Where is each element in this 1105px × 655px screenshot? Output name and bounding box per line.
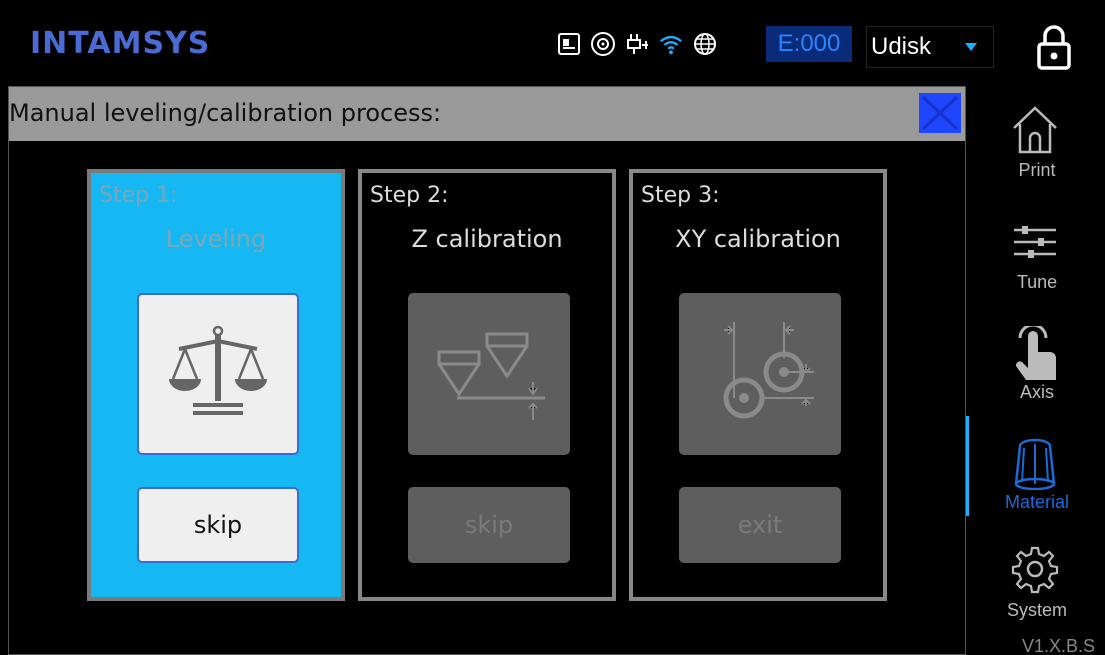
camera-icon — [590, 31, 616, 57]
wifi-icon — [658, 31, 684, 57]
skip-leveling-button[interactable]: skip — [137, 487, 299, 563]
dialog-title: Manual leveling/calibration process: — [9, 99, 442, 127]
balance-scale-icon — [163, 317, 273, 432]
nav-item-print[interactable]: Print — [992, 104, 1102, 204]
hand-pointer-icon — [1010, 323, 1060, 386]
nav-label: Material — [1004, 492, 1070, 512]
gear-icon — [1010, 544, 1060, 604]
printer-status-icon — [556, 31, 582, 57]
xy-calibration-button[interactable] — [679, 293, 841, 455]
nav-item-tune[interactable]: Tune — [992, 216, 1102, 316]
material-spool-icon — [1010, 436, 1060, 496]
active-indicator — [966, 416, 969, 516]
xy-calibration-icon — [700, 312, 820, 437]
step-card-xy-calibration: Step 3: XY calibration exit — [629, 169, 887, 601]
usb-plug-icon — [624, 31, 650, 57]
step-name: Z calibration — [411, 225, 563, 253]
storage-select-value: Udisk — [871, 33, 932, 60]
nav-label: Tune — [1016, 272, 1058, 292]
chevron-down-icon — [965, 43, 977, 51]
storage-select[interactable]: Udisk — [866, 26, 994, 68]
z-calibration-button[interactable] — [408, 293, 570, 455]
close-icon[interactable] — [919, 93, 961, 133]
step-card-leveling: Step 1: Leveling skip — [87, 169, 345, 601]
nav-label: Print — [1018, 160, 1056, 180]
leveling-button[interactable] — [137, 293, 299, 455]
nav-item-axis[interactable]: Axis — [992, 323, 1102, 426]
calibration-dialog: Manual leveling/calibration process: Ste… — [8, 86, 966, 655]
right-nav: Print Tune Axis Material System V1.X.B.S — [966, 86, 1105, 655]
globe-icon — [692, 31, 718, 57]
status-icons — [556, 26, 718, 62]
version-label: V1.X.B.S — [1022, 636, 1096, 655]
nav-item-system[interactable]: System — [992, 544, 1102, 644]
dialog-header: Manual leveling/calibration process: — [9, 87, 965, 141]
home-icon — [1010, 104, 1060, 164]
top-bar: INTAMSYS E:000 Udisk — [0, 0, 1105, 86]
step-name: Leveling — [165, 225, 267, 253]
brand-logo: INTAMSYS — [30, 26, 211, 61]
step-label: Step 2: — [370, 183, 449, 208]
step-name: XY calibration — [675, 225, 841, 253]
extruder-counter: E:000 — [766, 26, 852, 62]
lock-icon[interactable] — [1034, 24, 1074, 70]
nav-label: System — [1006, 600, 1067, 620]
step-label: Step 1: — [99, 183, 178, 208]
step-card-z-calibration: Step 2: Z calibration skip — [358, 169, 616, 601]
z-calibration-icon — [429, 312, 549, 437]
nav-label: Axis — [1019, 382, 1054, 402]
skip-z-calibration-button[interactable]: skip — [408, 487, 570, 563]
sliders-icon — [1010, 216, 1060, 276]
step-label: Step 3: — [641, 183, 720, 208]
nav-item-material[interactable]: Material — [992, 436, 1102, 536]
exit-button[interactable]: exit — [679, 487, 841, 563]
